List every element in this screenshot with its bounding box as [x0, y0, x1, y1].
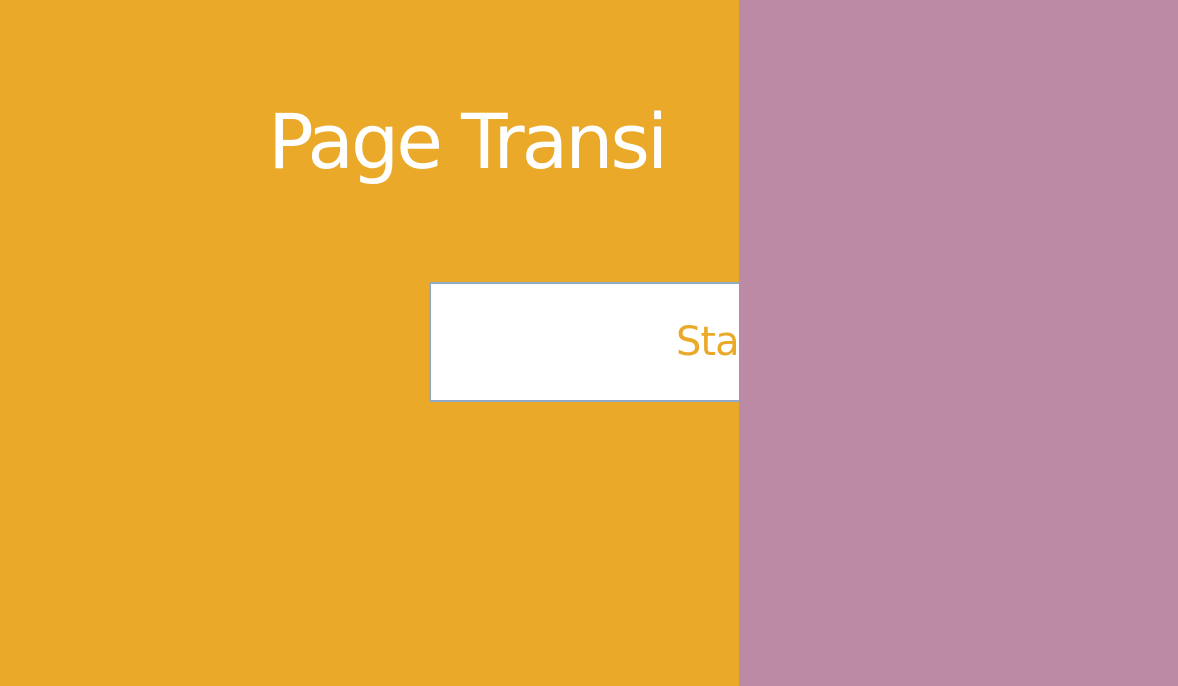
page-title: Page Transi [268, 97, 668, 186]
incoming-page-panel [739, 0, 1178, 686]
